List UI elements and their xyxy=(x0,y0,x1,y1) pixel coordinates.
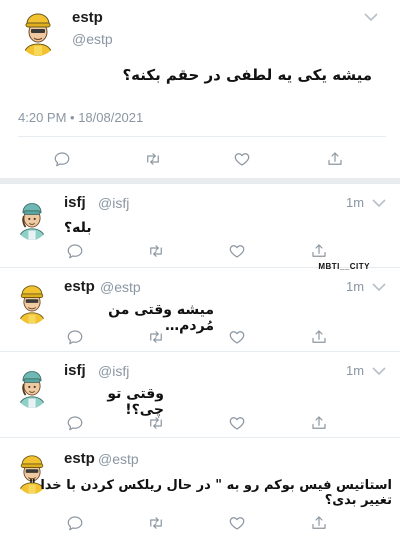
tweet-actions xyxy=(0,240,400,262)
author-handle[interactable]: @estp xyxy=(72,31,113,47)
reply-tweet: isfj @isfj 1m وقتی تو چی؟! xyxy=(0,352,400,438)
tweet-time[interactable]: 1m xyxy=(346,279,364,294)
tweet-time[interactable]: 1m xyxy=(346,363,364,378)
chevron-down-icon[interactable] xyxy=(372,366,386,376)
reply-icon[interactable] xyxy=(64,326,86,348)
chevron-down-icon[interactable] xyxy=(372,282,386,292)
reply-tweet: estp @estp استاتیس فیس بوکم رو به " در ح… xyxy=(0,438,400,534)
author-name[interactable]: estp xyxy=(64,278,95,295)
tweet-time[interactable]: 1m xyxy=(346,195,364,210)
retweet-icon[interactable] xyxy=(142,148,164,170)
author-handle[interactable]: @estp xyxy=(98,451,139,467)
yellow-cap-avatar-icon[interactable] xyxy=(14,280,50,324)
retweet-icon[interactable] xyxy=(145,412,167,434)
share-icon[interactable] xyxy=(308,240,330,262)
tweet-actions xyxy=(0,148,400,170)
share-icon[interactable] xyxy=(308,326,330,348)
heart-icon[interactable] xyxy=(226,412,248,434)
main-tweet: estp @estp میشه یکی یه لطفی در حقم بکنه؟… xyxy=(0,0,400,184)
share-icon[interactable] xyxy=(308,412,330,434)
heart-icon[interactable] xyxy=(226,240,248,262)
tweet-text: بله؟ xyxy=(64,220,92,236)
author-name[interactable]: estp xyxy=(64,450,95,467)
divider xyxy=(18,136,386,137)
author-handle[interactable]: @isfj xyxy=(98,363,129,379)
reply-icon[interactable] xyxy=(51,148,73,170)
tweet-actions xyxy=(0,326,400,348)
author-name[interactable]: isfj xyxy=(64,194,86,211)
reply-tweet: isfj @isfj 1m بله؟ xyxy=(0,184,400,268)
retweet-icon[interactable] xyxy=(145,326,167,348)
chevron-down-icon[interactable] xyxy=(372,198,386,208)
share-icon[interactable] xyxy=(308,512,330,534)
reply-icon[interactable] xyxy=(64,512,86,534)
retweet-icon[interactable] xyxy=(145,512,167,534)
heart-icon[interactable] xyxy=(226,512,248,534)
author-handle[interactable]: @estp xyxy=(100,279,141,295)
heart-icon[interactable] xyxy=(226,326,248,348)
tweet-actions xyxy=(0,412,400,434)
yellow-cap-avatar-icon[interactable] xyxy=(18,8,58,56)
heart-icon[interactable] xyxy=(231,148,253,170)
tweet-timestamp[interactable]: 4:20 PM • 18/08/2021 xyxy=(18,110,143,125)
author-name[interactable]: estp xyxy=(72,9,103,26)
author-handle[interactable]: @isfj xyxy=(98,195,129,211)
tweet-text: میشه یکی یه لطفی در حقم بکنه؟ xyxy=(122,66,372,84)
author-name[interactable]: isfj xyxy=(64,362,86,379)
reply-tweet: estp @estp 1m میشه وقتی من مُردم… xyxy=(0,268,400,352)
tweet-actions xyxy=(0,512,400,534)
reply-icon[interactable] xyxy=(64,412,86,434)
share-icon[interactable] xyxy=(324,148,346,170)
chevron-down-icon[interactable] xyxy=(364,12,378,22)
tweet-text: استاتیس فیس بوکم رو به " در حال ریلکس کر… xyxy=(29,478,392,508)
nurse-avatar-icon[interactable] xyxy=(14,196,50,240)
reply-icon[interactable] xyxy=(64,240,86,262)
nurse-avatar-icon[interactable] xyxy=(14,364,50,408)
retweet-icon[interactable] xyxy=(145,240,167,262)
